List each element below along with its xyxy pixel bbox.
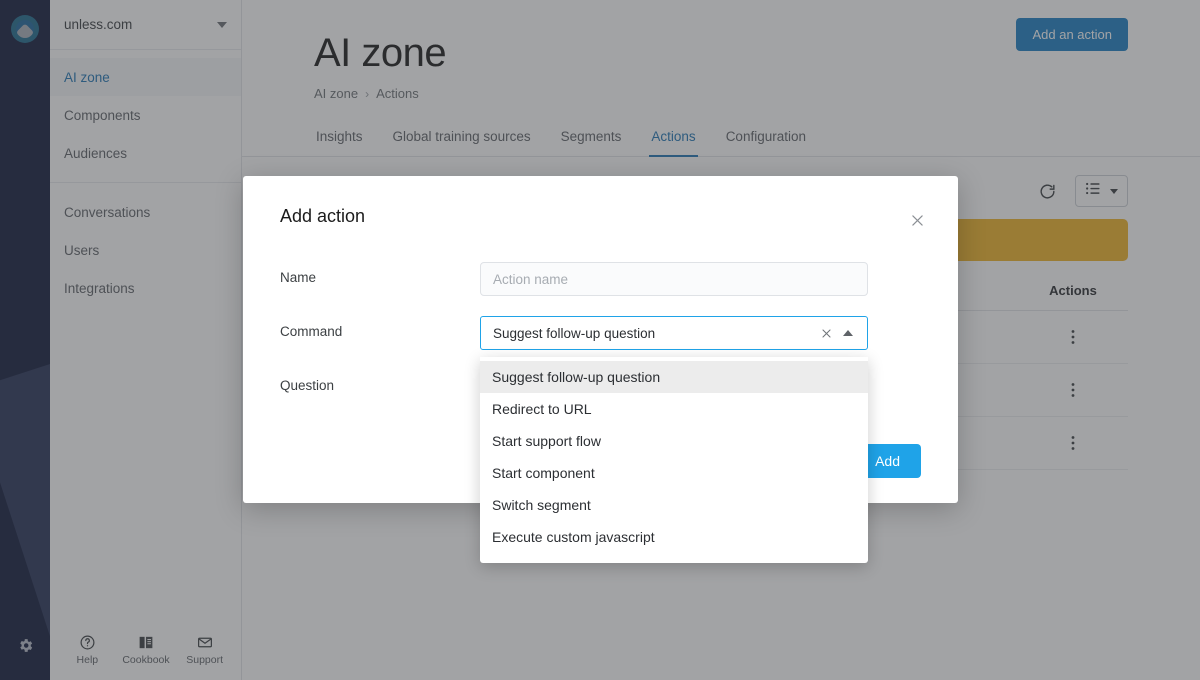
label-name: Name xyxy=(280,270,317,285)
chevron-up-icon[interactable] xyxy=(843,330,853,336)
clear-x-icon[interactable] xyxy=(814,324,839,343)
command-dropdown-list: Suggest follow-up question Redirect to U… xyxy=(480,357,868,563)
app-root: unless.com AI zone Components Audiences … xyxy=(0,0,1200,680)
field-row-name: Name xyxy=(280,262,921,296)
modal-title: Add action xyxy=(280,206,366,226)
field-row-command: Command Suggest follow-up question xyxy=(280,316,921,350)
label-question: Question xyxy=(280,378,335,393)
dropdown-option-start-component[interactable]: Start component xyxy=(480,457,868,489)
label-command: Command xyxy=(280,324,343,339)
dropdown-option-start-support-flow[interactable]: Start support flow xyxy=(480,425,868,457)
dropdown-option-suggest-follow-up-question[interactable]: Suggest follow-up question xyxy=(480,361,868,393)
name-field-wrapper[interactable] xyxy=(480,262,868,296)
close-icon[interactable] xyxy=(905,208,930,233)
dropdown-option-execute-custom-javascript[interactable]: Execute custom javascript xyxy=(480,521,868,553)
dropdown-option-switch-segment[interactable]: Switch segment xyxy=(480,489,868,521)
command-select[interactable]: Suggest follow-up question xyxy=(480,316,868,350)
command-selected-value: Suggest follow-up question xyxy=(493,325,656,341)
dropdown-option-redirect-to-url[interactable]: Redirect to URL xyxy=(480,393,868,425)
name-input[interactable] xyxy=(493,271,855,287)
